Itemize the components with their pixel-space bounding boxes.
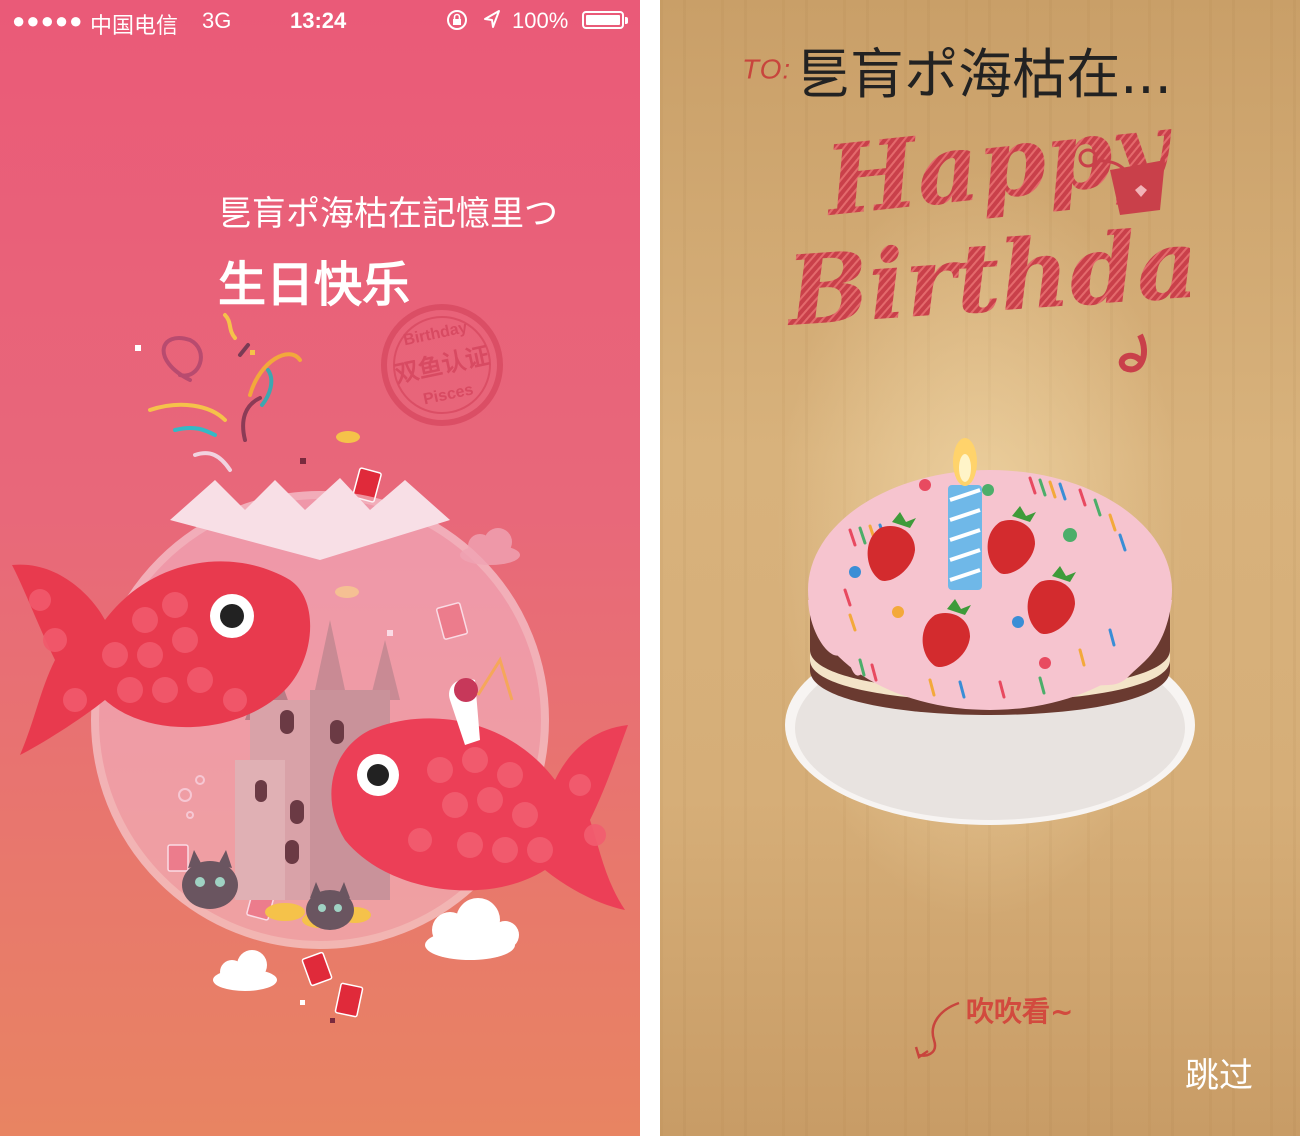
- skip-button[interactable]: 跳过: [1185, 1048, 1253, 1097]
- carrier-name: 中国电信: [90, 13, 179, 38]
- recipient-line: TO: 乬肓ポ海枯在...: [742, 30, 1172, 109]
- happy-birthday-lettering: Happy Birthday: [781, 110, 1190, 373]
- status-time: 13:24: [290, 8, 347, 33]
- stamp-top-text: Birthday: [402, 319, 469, 349]
- pisces-stamp: Birthday 双鱼认证 Pisces: [381, 304, 503, 426]
- location-arrow-icon: [482, 8, 502, 38]
- candle-icon: [948, 438, 982, 590]
- network-type: 3G: [202, 8, 232, 33]
- recipient-name: 乬肓ポ海枯在...: [796, 43, 1172, 106]
- orientation-lock-icon: [445, 8, 471, 38]
- pisces-illustration: Birthday 双鱼认证 Pisces: [12, 304, 628, 1023]
- left-screen: ●●●●● 中国电信 3G 13:24 100% 乬肓ポ海枯在記憶里つ 生日快乐…: [0, 0, 640, 1136]
- cloud-icon: [460, 528, 520, 565]
- birthday-cake: [785, 438, 1195, 825]
- signal-strength: ●●●●●: [12, 8, 84, 33]
- right-screen: TO: 乬肓ポ海枯在... Happy Birthday 吹吹看~ 跳过: [660, 0, 1300, 1136]
- battery-percent: 100%: [512, 8, 569, 33]
- blow-hint: 吹吹看~: [966, 995, 1074, 1028]
- to-label: TO:: [742, 53, 792, 85]
- stamp-bottom-text: Pisces: [422, 381, 475, 408]
- battery-icon: [582, 11, 628, 29]
- greeting-text: 乬肓ポ海枯在記憶里つ: [218, 194, 558, 234]
- fireworks: [148, 313, 302, 472]
- battery-fill: [586, 15, 620, 25]
- status-bar: ●●●●● 中国电信 3G 13:24 100%: [0, 0, 640, 40]
